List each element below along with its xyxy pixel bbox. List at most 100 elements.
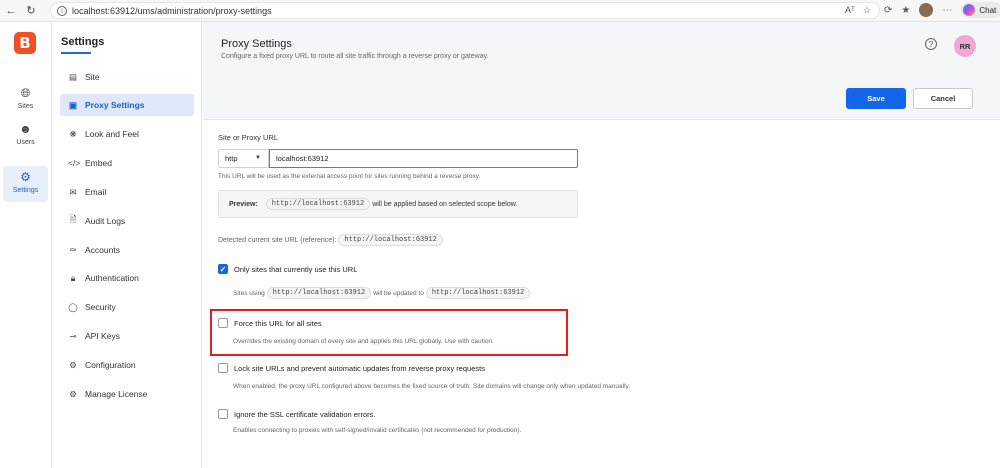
mail-icon: ✉ [69, 186, 77, 197]
copilot-icon [963, 4, 976, 16]
save-button[interactable]: Save [846, 88, 906, 109]
sidebar-item-proxy-settings[interactable]: ▣ Proxy Settings [60, 94, 194, 116]
sidebar-item-authentication[interactable]: 🔒︎ Authentication [60, 267, 194, 289]
option-label: Force this URL for all sites [234, 318, 322, 328]
detected-url-row: Detected current site URL (reference): h… [218, 234, 445, 246]
sidebar-item-site[interactable]: ▤ Site [60, 66, 194, 88]
page-header: Proxy Settings Configure a fixed proxy U… [203, 22, 1000, 120]
option-hint: When enabled, the proxy URL configured a… [233, 383, 631, 390]
option-force-all-sites[interactable]: Force this URL for all sites [218, 318, 322, 328]
sidebar-item-security[interactable]: ◯ Security [60, 296, 194, 318]
sidebar-item-look-and-feel[interactable]: ❋ Look and Feel [60, 123, 194, 145]
read-aloud-icon[interactable]: Aᵀ [845, 5, 855, 16]
sidebar-item-embed[interactable]: </> Embed [60, 152, 194, 174]
address-path: /ums/administration/proxy-settings [135, 5, 272, 16]
sidebar-item-label: Look and Feel [85, 129, 139, 139]
log-icon: 🗎︎ [69, 214, 77, 224]
rail-item-label: Settings [12, 187, 39, 194]
cancel-button[interactable]: Cancel [913, 88, 973, 109]
license-icon: ⚙ [69, 388, 77, 399]
checkbox-unchecked-icon[interactable] [218, 409, 228, 419]
option-label: Lock site URLs and prevent automatic upd… [234, 363, 485, 373]
refresh-icon[interactable]: ↻ [22, 2, 40, 20]
highlight-annotation-box [210, 309, 568, 356]
sidebar-item-configuration[interactable]: ⚙ Configuration [60, 354, 194, 376]
sidebar-item-manage-license[interactable]: ⚙ Manage License [60, 383, 194, 405]
user-avatar[interactable]: RR [954, 35, 976, 57]
favorite-star-icon[interactable]: ☆ [863, 5, 871, 16]
sidebar-item-email[interactable]: ✉ Email [60, 181, 194, 203]
rail-item-users[interactable]: ☻ Users [3, 118, 48, 152]
back-icon[interactable]: ← [2, 2, 20, 20]
sidebar-item-label: Site [85, 72, 100, 82]
app-rail: B 🌐︎ Sites ☻ Users ⚙ Settings [0, 22, 52, 468]
proxy-url-input[interactable] [269, 149, 578, 168]
sidebar-item-label: Proxy Settings [85, 100, 145, 110]
page-title: Proxy Settings [221, 38, 292, 50]
option-hint: Overrides the existing domain of every s… [233, 338, 494, 345]
rail-item-sites[interactable]: 🌐︎ Sites [3, 82, 48, 116]
help-icon[interactable]: ? [925, 38, 937, 50]
preview-url-pill: http://localhost:63912 [265, 198, 371, 210]
checkbox-unchecked-icon[interactable] [218, 363, 228, 373]
list-icon: ▤ [68, 71, 78, 82]
sidebar-item-audit-logs[interactable]: 🗎︎ Audit Logs [60, 210, 194, 232]
sidebar-title-underline [61, 52, 91, 54]
favorites-icon[interactable]: ★ [901, 5, 910, 16]
option-hint-row: Sites using http://localhost:63912 will … [233, 287, 532, 299]
rail-item-label: Sites [17, 103, 34, 110]
key-icon: ⊸ [69, 330, 77, 341]
address-bar[interactable]: i localhost:63912/ums/administration/pro… [50, 2, 880, 19]
protocol-select[interactable]: http ▼ [218, 149, 269, 168]
sidebar-item-label: Embed [85, 158, 112, 168]
main-content: Proxy Settings Configure a fixed proxy U… [203, 22, 1000, 468]
sidebar-item-label: Audit Logs [85, 216, 126, 226]
extensions-icon[interactable]: ⟳ [884, 5, 892, 16]
rail-item-label: Users [16, 139, 35, 146]
sidebar-item-label: Configuration [85, 360, 136, 370]
option-hint: Enables connecting to proxies with self-… [233, 427, 522, 434]
preview-label: Preview: [229, 200, 258, 208]
option-ignore-ssl-errors[interactable]: Ignore the SSL certificate validation er… [218, 409, 375, 419]
accounts-icon: ⚰ [69, 244, 77, 255]
config-icon: ⚙ [69, 359, 77, 370]
code-icon: </> [68, 158, 81, 168]
checkbox-checked-icon[interactable]: ✓ [218, 264, 228, 274]
option-lock-site-urls[interactable]: Lock site URLs and prevent automatic upd… [218, 363, 485, 373]
gear-icon: ⚙ [20, 170, 31, 184]
chat-label: Chat [979, 5, 997, 15]
sidebar-item-label: Email [85, 187, 107, 197]
url-field-label: Site or Proxy URL [218, 133, 279, 142]
sidebar-item-label: Accounts [85, 245, 120, 255]
checkbox-unchecked-icon[interactable] [218, 318, 228, 328]
hint-middle: will be updated to [373, 289, 424, 297]
preview-suffix: will be applied based on selected scope … [372, 200, 518, 208]
sidebar-item-accounts[interactable]: ⚰ Accounts [60, 239, 194, 261]
hint-prefix: Sites using [233, 289, 265, 297]
globe-icon: 🌐︎ [20, 86, 31, 100]
more-menu-icon[interactable]: ⋯ [942, 5, 952, 16]
sidebar-item-label: API Keys [85, 331, 120, 341]
option-only-matching-sites[interactable]: ✓ Only sites that currently use this URL [218, 264, 357, 274]
rail-item-settings[interactable]: ⚙ Settings [3, 166, 48, 202]
hint-url-pill-from: http://localhost:63912 [266, 287, 372, 299]
caret-down-icon: ▼ [255, 155, 261, 161]
detected-url-label: Detected current site URL (reference): [218, 236, 337, 244]
sidebar-item-label: Authentication [85, 273, 139, 283]
palette-icon: ❋ [69, 128, 77, 139]
sidebar-title: Settings [61, 36, 105, 48]
preview-box: Preview: http://localhost:63912 will be … [218, 190, 578, 218]
server-icon: ▣ [68, 99, 78, 110]
hint-url-pill-to: http://localhost:63912 [425, 287, 531, 299]
app-logo[interactable]: B [14, 32, 36, 54]
chat-button[interactable]: Chat [961, 2, 1000, 18]
sidebar-item-label: Security [85, 302, 116, 312]
settings-sidebar: Settings ▤ Site ▣ Proxy Settings ❋ Look … [52, 22, 202, 468]
info-icon[interactable]: i [57, 5, 67, 16]
sidebar-item-api-keys[interactable]: ⊸ API Keys [60, 325, 194, 347]
lock-icon: 🔒︎ [70, 272, 76, 283]
address-host: localhost:63912 [72, 5, 136, 16]
browser-toolbar: ← ↻ i localhost:63912/ums/administration… [0, 0, 1000, 22]
option-label: Ignore the SSL certificate validation er… [234, 409, 376, 419]
browser-profile-avatar[interactable] [919, 3, 934, 17]
